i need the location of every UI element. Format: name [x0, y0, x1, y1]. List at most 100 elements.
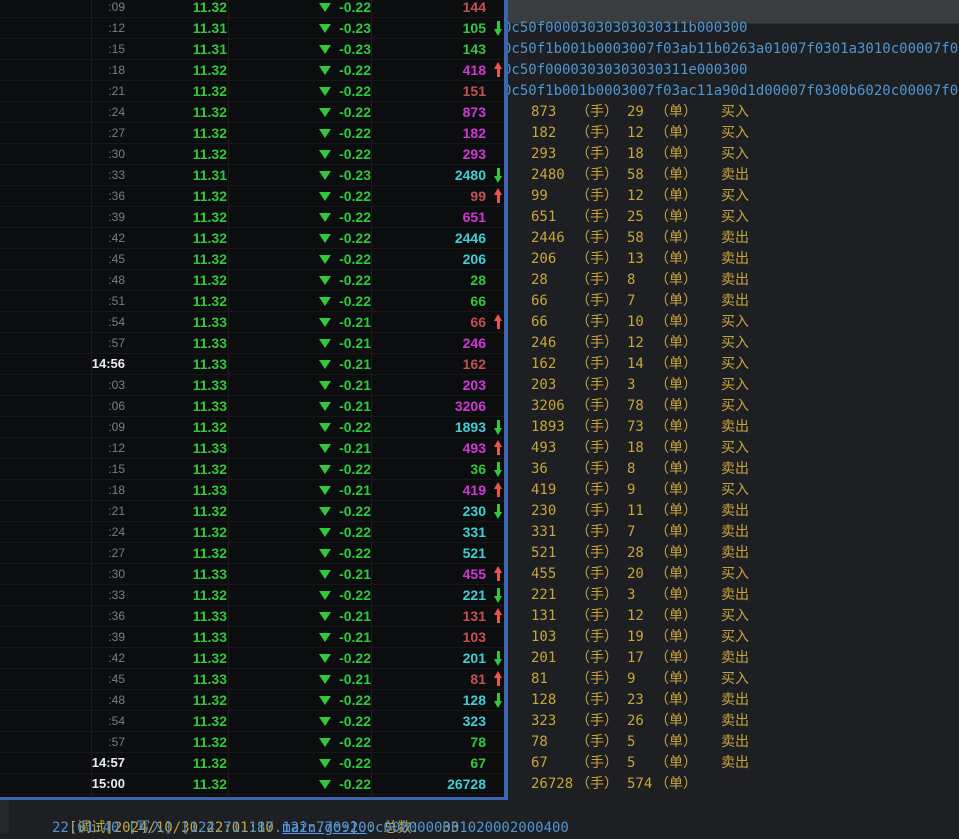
trade-volume: 105	[376, 18, 486, 38]
tick-row[interactable]: :3311.31-0.232480	[0, 165, 504, 186]
trade-qty: 651	[531, 207, 556, 228]
trade-qty: 2446	[531, 228, 565, 249]
trade-change: -0.22	[240, 459, 371, 479]
tick-row[interactable]: :4511.33-0.2181	[0, 669, 504, 690]
trade-direction-label: 卖出	[721, 522, 749, 543]
unit-order-label: （单）	[655, 690, 697, 711]
trade-change-value: -0.21	[339, 629, 371, 645]
tick-row[interactable]: :4211.32-0.222446	[0, 228, 504, 249]
tick-row[interactable]: :3611.33-0.21131	[0, 606, 504, 627]
tick-row[interactable]: :2411.32-0.22331	[0, 522, 504, 543]
tick-row[interactable]: :2111.32-0.22230	[0, 501, 504, 522]
tick-row[interactable]: :3611.32-0.2299	[0, 186, 504, 207]
tick-row[interactable]: :2111.32-0.22151	[0, 81, 504, 102]
trade-time: :57	[0, 732, 125, 752]
up-arrow-icon	[494, 482, 503, 498]
tick-row[interactable]: :5711.33-0.21246	[0, 333, 504, 354]
down-triangle-icon	[319, 66, 331, 75]
unit-order-label: （单）	[655, 501, 697, 522]
tick-row[interactable]: :2711.32-0.22182	[0, 123, 504, 144]
down-triangle-icon	[319, 318, 331, 327]
trade-qty: 28	[531, 270, 548, 291]
unit-hand-label: （手）	[576, 291, 618, 312]
tick-row[interactable]: :0311.33-0.21203	[0, 375, 504, 396]
console-trade-line: 230（手）11（单）卖出	[503, 501, 959, 522]
tick-row[interactable]: :4211.32-0.22201	[0, 648, 504, 669]
tick-row[interactable]: :0611.33-0.213206	[0, 396, 504, 417]
unit-order-label: （单）	[655, 711, 697, 732]
tick-row[interactable]: :1811.32-0.22418	[0, 60, 504, 81]
trade-direction-label: 买入	[721, 606, 749, 627]
tick-row[interactable]: :3011.33-0.21455	[0, 564, 504, 585]
trade-qty: 293	[531, 144, 556, 165]
trade-count: 18	[627, 144, 644, 165]
tick-row[interactable]: :3911.32-0.22651	[0, 207, 504, 228]
down-triangle-icon	[319, 423, 331, 432]
trade-price: 11.33	[130, 669, 227, 689]
unit-order-label: （单）	[655, 270, 697, 291]
tick-row[interactable]: :1511.31-0.23143	[0, 39, 504, 60]
tick-row[interactable]: :0911.32-0.221893	[0, 417, 504, 438]
tick-row[interactable]: :1511.32-0.2236	[0, 459, 504, 480]
tick-row[interactable]: :5111.32-0.2266	[0, 291, 504, 312]
trade-direction-cell	[491, 165, 505, 185]
tick-row[interactable]: :3011.32-0.22293	[0, 144, 504, 165]
console-trade-line: 2446（手）58（单）卖出	[503, 228, 959, 249]
trade-qty: 67	[531, 753, 548, 774]
tick-row[interactable]: :4811.32-0.2228	[0, 270, 504, 291]
unit-hand-label: （手）	[576, 417, 618, 438]
tick-row[interactable]: :5411.33-0.2166	[0, 312, 504, 333]
unit-order-label: （单）	[655, 522, 697, 543]
trade-price: 11.32	[130, 249, 227, 269]
tick-row[interactable]: :0911.32-0.22144	[0, 0, 504, 18]
trade-price: 11.33	[130, 312, 227, 332]
trade-direction-cell	[491, 501, 505, 521]
tick-row[interactable]: :3311.32-0.22221	[0, 585, 504, 606]
down-triangle-icon	[319, 507, 331, 516]
trade-volume: 221	[376, 585, 486, 605]
console-trade-line: 66（手）7（单）卖出	[503, 291, 959, 312]
console-trade-line: 1893（手）73（单）卖出	[503, 417, 959, 438]
tick-row[interactable]: :4811.32-0.22128	[0, 690, 504, 711]
trade-change-value: -0.23	[339, 20, 371, 36]
tick-row[interactable]: :3911.33-0.21103	[0, 627, 504, 648]
up-arrow-icon	[494, 440, 503, 456]
tick-row[interactable]: :1811.33-0.21419	[0, 480, 504, 501]
trade-volume: 206	[376, 249, 486, 269]
trade-change: -0.22	[240, 711, 371, 731]
console-trade-line: 203（手）3（单）买入	[503, 375, 959, 396]
trade-change-value: -0.22	[339, 545, 371, 561]
trade-change-value: -0.22	[339, 251, 371, 267]
down-triangle-icon	[319, 444, 331, 453]
trade-change-value: -0.21	[339, 671, 371, 687]
trade-direction-cell	[491, 459, 505, 479]
tick-row[interactable]: :2411.32-0.22873	[0, 102, 504, 123]
tick-row[interactable]: :5711.32-0.2278	[0, 732, 504, 753]
unit-hand-label: （手）	[576, 711, 618, 732]
trade-qty: 103	[531, 627, 556, 648]
trade-count: 23	[627, 690, 644, 711]
unit-hand-label: （手）	[576, 123, 618, 144]
down-arrow-icon	[494, 167, 503, 183]
up-arrow-icon	[494, 62, 503, 78]
tick-row[interactable]: :4511.32-0.22206	[0, 249, 504, 270]
trade-change: -0.22	[240, 543, 371, 563]
tick-row[interactable]: :2711.32-0.22521	[0, 543, 504, 564]
tick-row[interactable]: :1211.33-0.21493	[0, 438, 504, 459]
trade-volume: 66	[376, 291, 486, 311]
tick-row[interactable]: :1211.31-0.23105	[0, 18, 504, 39]
tick-row[interactable]: 15:0011.32-0.2226728	[0, 774, 504, 795]
unit-hand-label: （手）	[576, 585, 618, 606]
tick-row[interactable]: :5411.32-0.22323	[0, 711, 504, 732]
tick-row[interactable]: 14:5711.32-0.2267	[0, 753, 504, 774]
trade-change-value: -0.22	[339, 650, 371, 666]
trade-change: -0.22	[240, 249, 371, 269]
trade-direction-cell	[491, 312, 505, 332]
down-arrow-icon	[494, 587, 503, 603]
trade-time: :09	[0, 0, 125, 17]
down-triangle-icon	[319, 570, 331, 579]
trade-volume: 81	[376, 669, 486, 689]
console-trade-line: 201（手）17（单）卖出	[503, 648, 959, 669]
tick-row[interactable]: 14:5611.33-0.21162	[0, 354, 504, 375]
trade-direction-cell	[491, 480, 505, 500]
